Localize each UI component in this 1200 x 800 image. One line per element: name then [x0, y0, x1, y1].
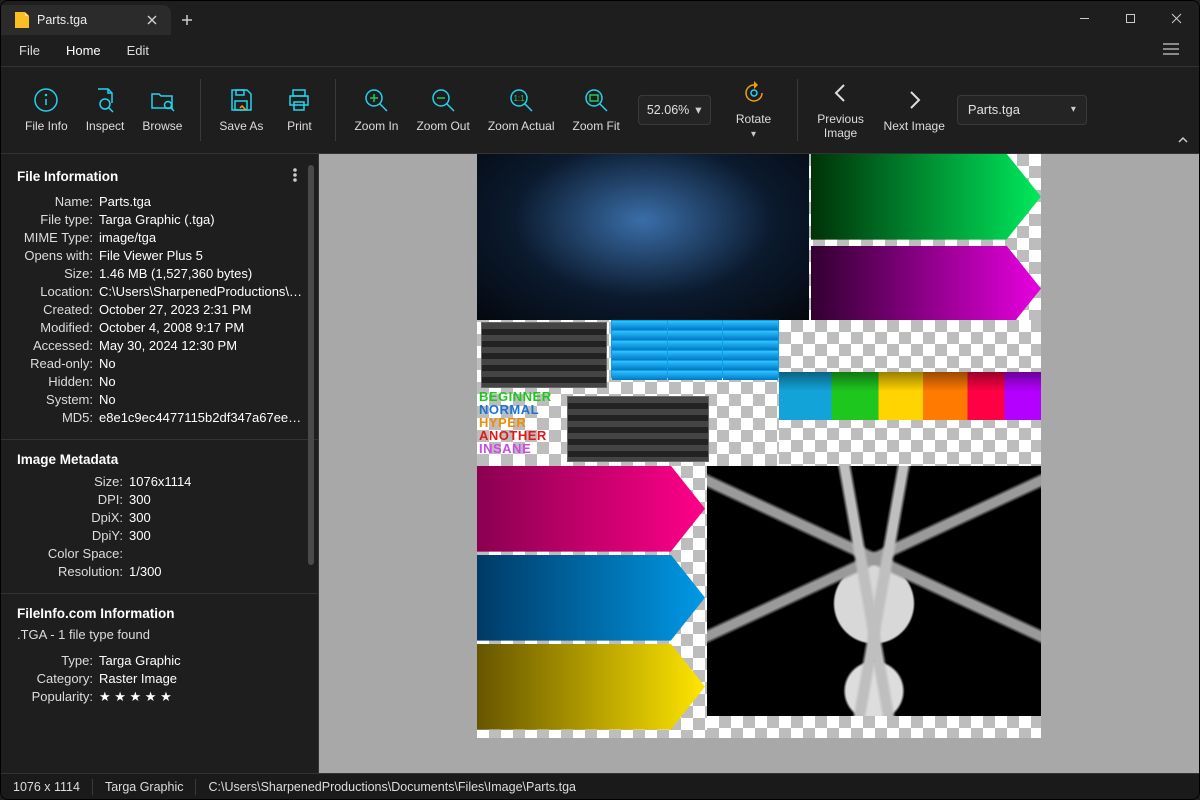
menu-file[interactable]: File [7, 37, 52, 64]
image-canvas: BEGINNER NORMAL HYPER ANOTHER INSANE [477, 154, 1041, 738]
rotate-button[interactable]: Rotate▾ [723, 75, 785, 145]
maximize-button[interactable] [1107, 1, 1153, 35]
save-as-button[interactable]: Save As [213, 82, 269, 138]
zoom-level-combobox[interactable]: 52.06% ▾ [638, 95, 711, 125]
image-metadata-heading: Image Metadata [1, 442, 318, 471]
zoom-out-icon [429, 86, 457, 114]
zoom-fit-button[interactable]: Zoom Fit [567, 82, 626, 138]
titlebar: Parts.tga [1, 1, 1199, 35]
menu-edit[interactable]: Edit [115, 37, 161, 64]
browse-button[interactable]: Browse [136, 82, 188, 138]
svg-text:1:1: 1:1 [514, 94, 526, 103]
chevron-right-icon [900, 86, 928, 114]
zoom-actual-icon: 1:1 [507, 86, 535, 114]
chevron-down-icon: ▾ [1071, 104, 1076, 115]
file-information-heading: File Information [17, 169, 118, 184]
info-panel: File Information Name:Parts.tga File typ… [1, 154, 319, 773]
zoom-actual-button[interactable]: 1:1 Zoom Actual [482, 82, 561, 138]
file-info-button[interactable]: File Info [19, 82, 74, 138]
file-info-list: Name:Parts.tga File type:Targa Graphic (… [1, 191, 318, 437]
folder-icon [148, 86, 176, 114]
panel-scrollbar[interactable] [304, 162, 318, 773]
file-icon [15, 12, 29, 28]
zoom-fit-icon [582, 86, 610, 114]
print-button[interactable]: Print [275, 82, 323, 138]
rotate-icon [740, 79, 768, 107]
tab-title: Parts.tga [37, 13, 135, 27]
chevron-left-icon [827, 79, 855, 107]
ribbon-toolbar: File Info Inspect Browse Save As Print [1, 67, 1199, 154]
status-bar: 1076 x 1114 Targa Graphic C:\Users\Sharp… [1, 773, 1199, 799]
menu-home[interactable]: Home [54, 37, 113, 64]
file-select-combobox[interactable]: Parts.tga ▾ [957, 95, 1087, 125]
document-tab[interactable]: Parts.tga [1, 5, 171, 35]
zoom-value: 52.06% [647, 103, 689, 117]
zoom-out-button[interactable]: Zoom Out [410, 82, 475, 138]
app-window: Parts.tga File Home Edit File Info [0, 0, 1200, 800]
zoom-in-icon [362, 86, 390, 114]
status-path: C:\Users\SharpenedProductions\Documents\… [196, 780, 588, 794]
window-controls [1061, 1, 1199, 35]
info-icon [32, 86, 60, 114]
image-metadata-list: Size:1076x1114 DPI:300 DpiX:300 DpiY:300… [1, 471, 318, 591]
chevron-down-icon: ▾ [695, 102, 701, 117]
fileinfo-note: .TGA - 1 file type found [1, 625, 318, 650]
new-tab-button[interactable] [171, 5, 203, 35]
zoom-in-button[interactable]: Zoom In [348, 82, 404, 138]
menubar: File Home Edit [1, 35, 1199, 67]
fileinfo-heading: FileInfo.com Information [1, 596, 318, 625]
close-tab-button[interactable] [143, 11, 161, 29]
close-window-button[interactable] [1153, 1, 1199, 35]
image-viewport[interactable]: BEGINNER NORMAL HYPER ANOTHER INSANE [319, 154, 1199, 773]
minimize-button[interactable] [1061, 1, 1107, 35]
chevron-down-icon: ▾ [751, 129, 756, 140]
file-search-icon [91, 86, 119, 114]
fileinfo-list: Type:Targa Graphic Category:Raster Image… [1, 650, 318, 717]
previous-image-button[interactable]: Previous Image [810, 75, 872, 145]
status-dimensions: 1076 x 1114 [1, 780, 92, 794]
save-icon [227, 86, 255, 114]
collapse-ribbon-button[interactable] [1177, 134, 1189, 149]
print-icon [285, 86, 313, 114]
difficulty-labels: BEGINNER NORMAL HYPER ANOTHER INSANE [479, 390, 552, 455]
next-image-button[interactable]: Next Image [878, 82, 951, 138]
hamburger-menu-button[interactable] [1149, 37, 1193, 64]
status-format: Targa Graphic [93, 780, 196, 794]
panel-menu-button[interactable] [288, 168, 302, 185]
main-area: File Information Name:Parts.tga File typ… [1, 154, 1199, 773]
inspect-button[interactable]: Inspect [80, 82, 131, 138]
